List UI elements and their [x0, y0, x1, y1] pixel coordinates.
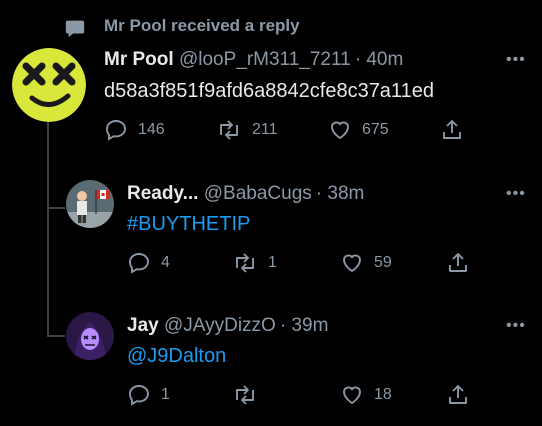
author-name[interactable]: Jay [127, 315, 159, 336]
heart-icon [343, 386, 361, 405]
avatar-jay[interactable] [66, 312, 114, 360]
share-button[interactable] [446, 251, 480, 275]
author-handle[interactable]: @looP_rM311_7211 [179, 49, 351, 70]
share-icon [449, 253, 467, 272]
retweet-count: 1 [268, 254, 277, 271]
avatar-ready[interactable] [66, 180, 114, 228]
more-options-icon[interactable]: ••• [506, 317, 526, 335]
reply-count: 1 [161, 386, 170, 403]
author-name[interactable]: Ready... [127, 183, 198, 204]
timestamp[interactable]: · 38m [316, 183, 365, 204]
more-options-icon[interactable]: ••• [506, 185, 526, 203]
thread-line-main [47, 120, 49, 335]
reply-button[interactable]: 146 [104, 118, 165, 142]
like-count: 59 [374, 254, 392, 271]
share-button[interactable] [446, 383, 480, 407]
author-handle[interactable]: @JAyyDizzO [164, 315, 276, 336]
share-icon [449, 385, 467, 404]
tweet-text: d58a3f851f9afd6a8842cfe8c37a11ed [104, 80, 434, 102]
reply-context-text: Mr Pool received a reply [104, 16, 300, 35]
reply-count: 146 [138, 121, 165, 138]
like-button[interactable]: 59 [340, 251, 392, 275]
retweet-icon [236, 385, 254, 405]
share-button[interactable] [440, 118, 474, 142]
more-options-icon[interactable]: ••• [506, 51, 526, 69]
like-button[interactable]: 675 [328, 118, 389, 142]
retweet-icon [236, 253, 254, 273]
retweet-button[interactable]: 1 [232, 251, 277, 275]
heart-icon [331, 121, 349, 140]
reply-context-icon [62, 15, 102, 39]
reply-button[interactable]: 4 [127, 251, 170, 275]
retweet-count: 211 [252, 121, 278, 138]
retweet-button[interactable]: 211 [216, 118, 278, 142]
reply-count: 4 [161, 254, 170, 271]
timestamp[interactable]: · 39m [280, 315, 329, 336]
timestamp[interactable]: · 40m [355, 49, 404, 70]
hashtag-link[interactable]: #BUYTHETIP [127, 213, 250, 236]
thread-connector-2 [47, 335, 65, 337]
like-count: 18 [374, 386, 392, 403]
like-count: 675 [362, 121, 389, 138]
share-icon [443, 120, 461, 139]
author-name[interactable]: Mr Pool [104, 49, 174, 70]
avatar-mr-pool[interactable] [12, 48, 86, 122]
reply-icon [129, 385, 149, 406]
retweet-icon [220, 120, 238, 140]
mention-link[interactable]: @J9Dalton [127, 345, 226, 368]
retweet-button[interactable] [232, 383, 268, 407]
purple-mask-icon [66, 312, 114, 360]
flag-person-icon [66, 190, 114, 228]
reply-icon [106, 120, 126, 141]
heart-icon [343, 254, 361, 273]
author-handle[interactable]: @BabaCugs [204, 183, 312, 204]
reply-button[interactable]: 1 [127, 383, 170, 407]
yellow-x-face-icon [12, 48, 86, 122]
reply-icon [129, 253, 149, 274]
thread-connector-1 [47, 207, 65, 209]
like-button[interactable]: 18 [340, 383, 392, 407]
